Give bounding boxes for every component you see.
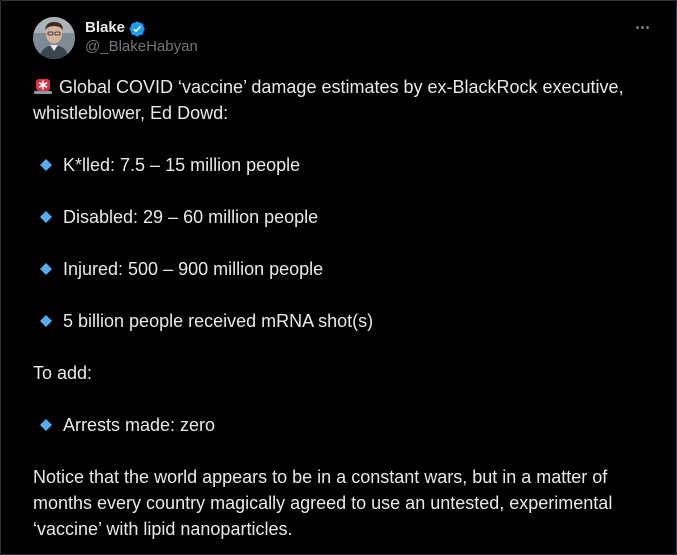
blue-diamond-icon	[37, 312, 55, 330]
bullet-text-killed: K*lled: 7.5 – 15 million people	[63, 155, 301, 175]
more-options-button[interactable]	[628, 15, 656, 39]
post-header: Blake @_BlakeHabyan	[33, 16, 198, 60]
post-body: Global COVID ‘vaccine’ damage estimates …	[33, 74, 658, 542]
list-item: Arrests made: zero	[33, 412, 658, 438]
list-item: Disabled: 29 – 60 million people	[33, 204, 658, 230]
police-light-icon	[33, 76, 53, 96]
to-add-text: To add:	[33, 363, 93, 383]
avatar[interactable]	[33, 17, 75, 59]
bullet-text-arrests: Arrests made: zero	[63, 415, 216, 435]
blue-diamond-icon	[37, 208, 55, 226]
bullet-text-disabled: Disabled: 29 – 60 million people	[63, 207, 319, 227]
list-item: K*lled: 7.5 – 15 million people	[33, 152, 658, 178]
post-intro-text: Global COVID ‘vaccine’ damage estimates …	[33, 77, 624, 123]
author-display-name[interactable]: Blake	[85, 19, 125, 38]
verified-badge-icon[interactable]	[128, 20, 146, 38]
author-handle[interactable]: @_BlakeHabyan	[85, 38, 198, 57]
blue-diamond-icon	[37, 416, 55, 434]
author-names: Blake @_BlakeHabyan	[85, 19, 198, 57]
blue-diamond-icon	[37, 156, 55, 174]
more-options-icon	[635, 25, 649, 29]
bullet-text-injured: Injured: 500 – 900 million people	[63, 259, 324, 279]
list-item: Injured: 500 – 900 million people	[33, 256, 658, 282]
post-card: Blake @_BlakeHabyan Global COVID ‘vaccin…	[0, 0, 677, 555]
post-intro: Global COVID ‘vaccine’ damage estimates …	[33, 74, 658, 126]
closing-paragraph: Notice that the world appears to be in a…	[33, 467, 613, 539]
blue-diamond-icon	[37, 260, 55, 278]
name-row: Blake	[85, 19, 198, 38]
list-item: 5 billion people received mRNA shot(s)	[33, 308, 658, 334]
bullet-text-mrna: 5 billion people received mRNA shot(s)	[63, 311, 374, 331]
